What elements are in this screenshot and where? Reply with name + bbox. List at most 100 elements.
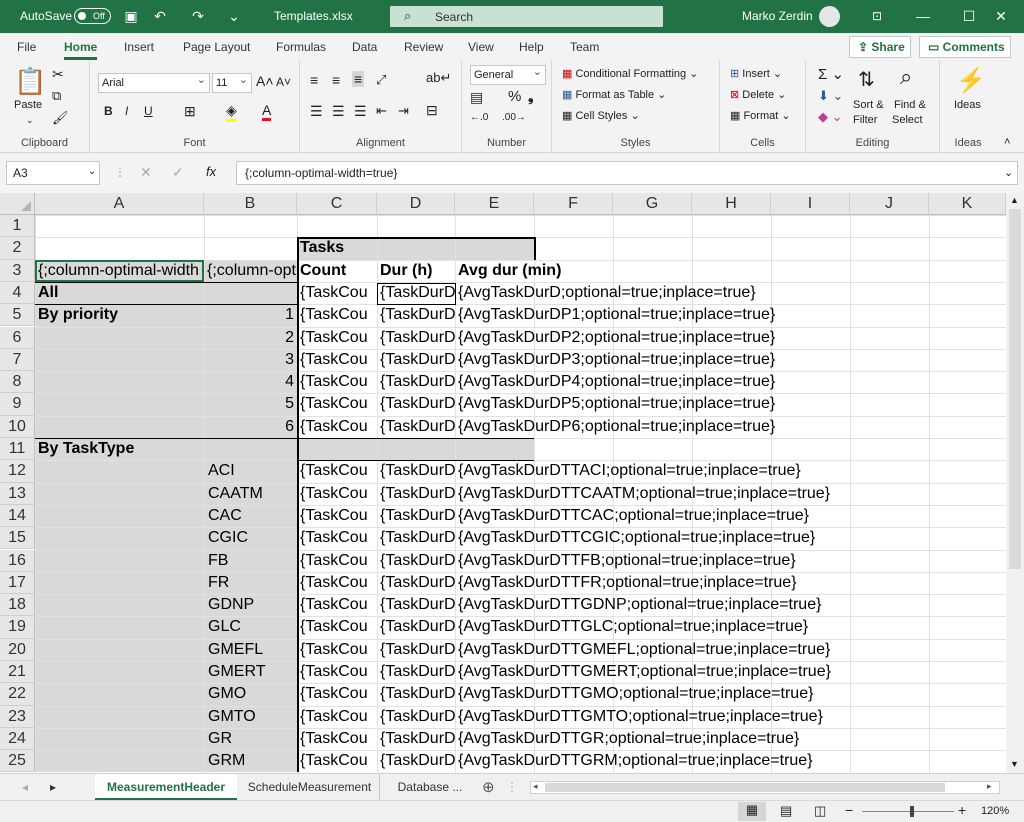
- vertical-scrollbar[interactable]: ▲ ▼: [1006, 193, 1024, 773]
- search-box[interactable]: ⌕ Search: [390, 6, 663, 27]
- tab-help[interactable]: Help: [519, 40, 544, 54]
- cell-e3[interactable]: Avg dur (min): [455, 260, 615, 282]
- cell-c9[interactable]: {TaskCou: [297, 393, 377, 415]
- undo-icon[interactable]: ↶: [150, 6, 170, 26]
- sheet-tab-measurementheader[interactable]: MeasurementHeader: [95, 774, 237, 801]
- row-header-2[interactable]: 2: [0, 237, 35, 260]
- cell-e18[interactable]: {AvgTaskDurDTTGDNP;optional=true;inplace…: [455, 594, 1003, 616]
- paste-dropdown-icon[interactable]: ⌄: [26, 115, 34, 126]
- row-header-6[interactable]: 6: [0, 326, 35, 349]
- cell-a11[interactable]: By TaskType: [35, 438, 204, 460]
- column-header-b[interactable]: B: [204, 193, 297, 215]
- merge-center-icon[interactable]: ⊟: [426, 102, 438, 119]
- cell-d19[interactable]: {TaskDurD: [377, 616, 455, 638]
- align-right-icon[interactable]: ☰: [354, 103, 367, 120]
- tab-formulas[interactable]: Formulas: [276, 40, 326, 54]
- cell-d15[interactable]: {TaskDurD: [377, 527, 455, 549]
- increase-decimal-icon[interactable]: ←.0: [470, 112, 488, 123]
- sheet-tab-database[interactable]: Database ...: [390, 774, 470, 801]
- save-icon[interactable]: ▣: [121, 6, 141, 26]
- column-header-d[interactable]: D: [377, 193, 455, 215]
- cell-d5[interactable]: {TaskDurD: [377, 304, 455, 326]
- horizontal-scrollbar[interactable]: ◂ ▸: [530, 781, 1000, 794]
- cell-b15[interactable]: CGIC: [204, 527, 297, 549]
- cell-c24[interactable]: {TaskCou: [297, 728, 377, 750]
- zoom-level[interactable]: 120%: [981, 805, 1009, 817]
- cell-c20[interactable]: {TaskCou: [297, 639, 377, 661]
- sheet-tab-schedulemeasurement[interactable]: ScheduleMeasurement: [240, 774, 380, 801]
- prev-sheet-icon[interactable]: ◂: [22, 774, 28, 801]
- cell-d6[interactable]: {TaskDurD: [377, 327, 455, 349]
- align-bottom-icon[interactable]: ≡: [352, 71, 365, 87]
- cell-d8[interactable]: {TaskDurD: [377, 371, 455, 393]
- cell-d24[interactable]: {TaskDurD: [377, 728, 455, 750]
- cell-c5[interactable]: {TaskCou: [297, 304, 377, 326]
- cell-e20[interactable]: {AvgTaskDurDTTGMEFL;optional=true;inplac…: [455, 639, 1003, 661]
- align-left-icon[interactable]: ☰: [310, 103, 323, 120]
- cell-e22[interactable]: {AvgTaskDurDTTGMO;optional=true;inplace=…: [455, 683, 1003, 705]
- cell-b10[interactable]: 6: [204, 416, 297, 438]
- autosum-icon[interactable]: Σ ⌄: [818, 65, 844, 83]
- align-center-icon[interactable]: ☰: [332, 103, 345, 120]
- scroll-left-icon[interactable]: ◂: [533, 781, 538, 792]
- row-header-21[interactable]: 21: [0, 661, 35, 684]
- spreadsheet-grid[interactable]: A B C D E F G H I J K 1 2 3 4 5 6 7 8 9 10 11 12 13 14 15 16 17 18 19…: [0, 193, 1024, 774]
- cell-b13[interactable]: CAATM: [204, 483, 297, 505]
- cell-d14[interactable]: {TaskDurD: [377, 505, 455, 527]
- name-box-dropdown-icon[interactable]: ⌄: [88, 166, 96, 177]
- sort-filter-label-1[interactable]: Sort &: [853, 99, 884, 111]
- format-cells-button[interactable]: ▦ Format ⌄: [730, 109, 791, 122]
- scroll-right-icon[interactable]: ▸: [987, 781, 992, 792]
- align-top-icon[interactable]: ≡: [310, 72, 318, 88]
- cell-b24[interactable]: GR: [204, 728, 297, 750]
- wrap-text-icon[interactable]: ab↵: [426, 70, 451, 86]
- format-as-table-button[interactable]: ▦ Format as Table ⌄: [562, 88, 666, 101]
- next-sheet-icon[interactable]: ▸: [50, 774, 56, 801]
- redo-icon[interactable]: ↷: [188, 6, 208, 26]
- cell-c21[interactable]: {TaskCou: [297, 661, 377, 683]
- row-header-14[interactable]: 14: [0, 504, 35, 528]
- cell-e19[interactable]: {AvgTaskDurDTTGLC;optional=true;inplace=…: [455, 616, 1003, 638]
- cell-c15[interactable]: {TaskCou: [297, 527, 377, 549]
- row-header-15[interactable]: 15: [0, 527, 35, 550]
- column-header-e[interactable]: E: [455, 193, 534, 215]
- cell-c17[interactable]: {TaskCou: [297, 572, 377, 594]
- cell-d22[interactable]: {TaskDurD: [377, 683, 455, 705]
- comments-button[interactable]: ▭ Comments: [919, 36, 1011, 58]
- cell-b21[interactable]: GMERT: [204, 661, 297, 683]
- percent-icon[interactable]: %: [508, 88, 521, 105]
- page-layout-view-icon[interactable]: ▤: [780, 803, 792, 819]
- cell-e5[interactable]: {AvgTaskDurDP1;optional=true;inplace=tru…: [455, 304, 975, 326]
- underline-icon[interactable]: U: [144, 104, 153, 118]
- cell-c7[interactable]: {TaskCou: [297, 349, 377, 371]
- cell-c13[interactable]: {TaskCou: [297, 483, 377, 505]
- format-painter-icon[interactable]: 🖌: [52, 110, 69, 126]
- tab-view[interactable]: View: [468, 40, 494, 54]
- ribbon-display-icon[interactable]: ⊡: [854, 0, 900, 33]
- increase-font-icon[interactable]: A˄: [256, 73, 274, 89]
- formula-input[interactable]: {;column-optimal-width=true}: [236, 161, 1018, 185]
- tab-team[interactable]: Team: [570, 40, 599, 54]
- paste-icon[interactable]: 📋: [14, 66, 46, 97]
- cell-e14[interactable]: {AvgTaskDurDTTCAC;optional=true;inplace=…: [455, 505, 1003, 527]
- column-header-j[interactable]: J: [850, 193, 929, 215]
- normal-view-icon[interactable]: ▦: [738, 802, 766, 821]
- cell-b23[interactable]: GMTO: [204, 706, 297, 728]
- cell-c3[interactable]: Count: [297, 260, 377, 282]
- column-header-a[interactable]: A: [35, 193, 204, 215]
- fill-icon[interactable]: ⬇ ⌄: [818, 88, 843, 104]
- ideas-icon[interactable]: ⚡: [956, 66, 986, 95]
- cell-c14[interactable]: {TaskCou: [297, 505, 377, 527]
- cell-a5[interactable]: By priority: [35, 304, 204, 326]
- find-select-label-2[interactable]: Select: [892, 114, 923, 126]
- cell-c12[interactable]: {TaskCou: [297, 460, 377, 482]
- cell-b25[interactable]: GRM: [204, 750, 297, 772]
- cell-e4[interactable]: {AvgTaskDurD;optional=true;inplace=true}: [455, 282, 975, 304]
- cell-e13[interactable]: {AvgTaskDurDTTCAATM;optional=true;inplac…: [455, 483, 1003, 505]
- cell-d9[interactable]: {TaskDurD: [377, 393, 455, 415]
- row-header-4[interactable]: 4: [0, 281, 35, 305]
- row-header-1[interactable]: 1: [0, 215, 35, 238]
- tab-data[interactable]: Data: [352, 40, 377, 54]
- cut-icon[interactable]: ✂: [52, 66, 64, 83]
- row-header-11[interactable]: 11: [0, 438, 35, 461]
